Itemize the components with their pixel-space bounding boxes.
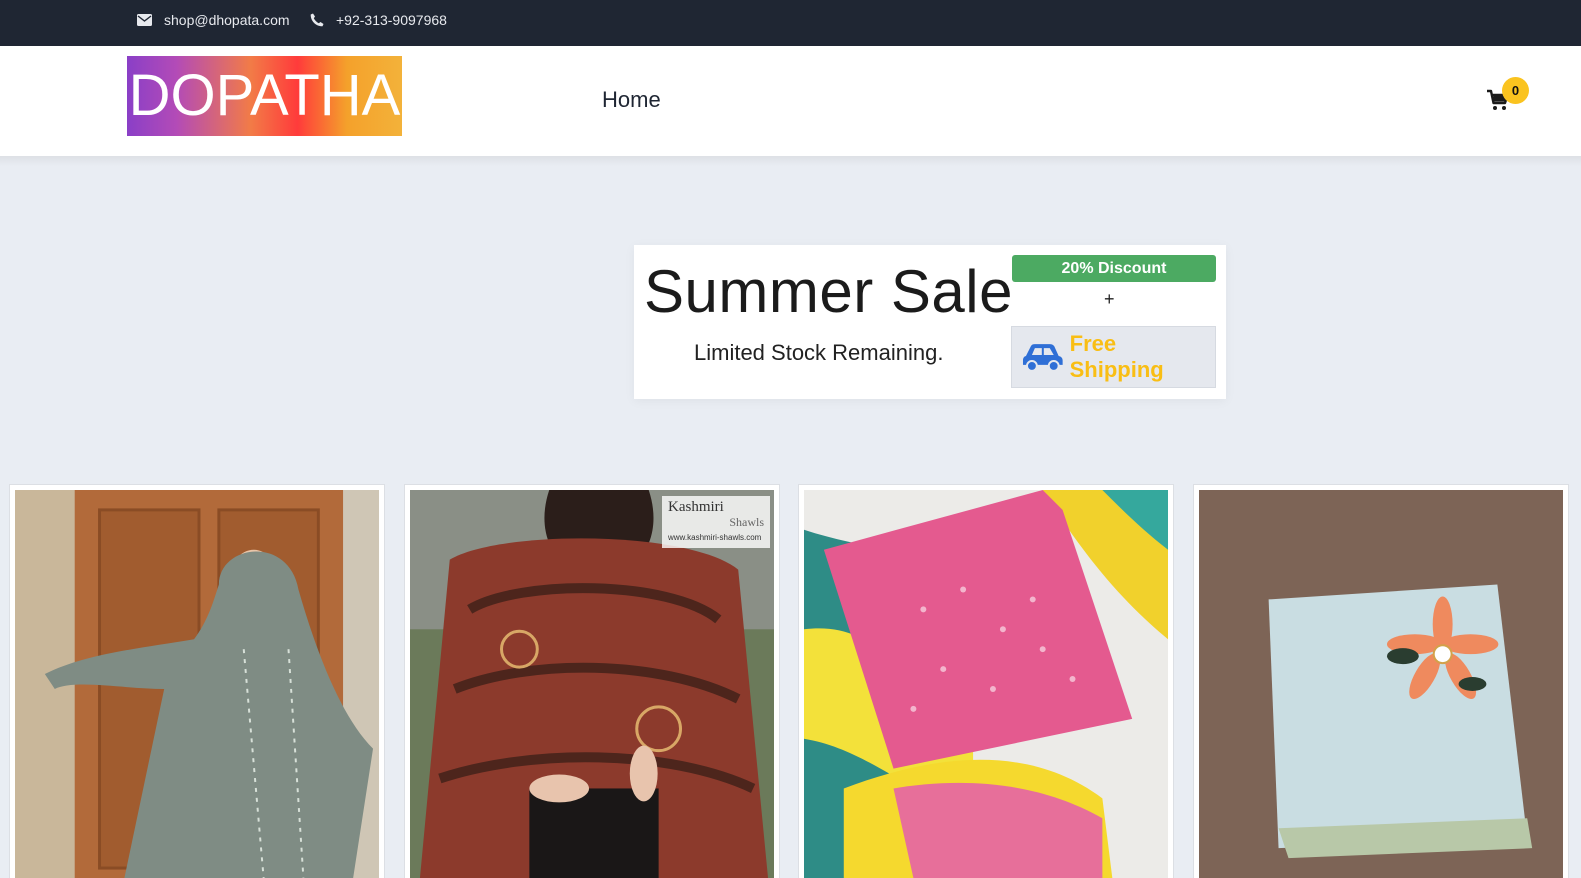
free-shipping-label: Free Shipping [1069, 331, 1164, 382]
phone-contact[interactable]: +92-313-9097968 [310, 12, 447, 28]
brand-watermark: Kashmiri Shawls www.kashmiri-shawls.com [662, 496, 770, 548]
header-divider [0, 156, 1581, 166]
summer-sale-banner: Summer Sale Limited Stock Remaining. 20%… [634, 245, 1226, 399]
product-card[interactable]: Kashmiri Shawls www.kashmiri-shawls.com [404, 484, 780, 878]
product-card[interactable] [1193, 484, 1569, 878]
envelope-icon [137, 14, 152, 26]
phone-text[interactable]: +92-313-9097968 [336, 12, 447, 28]
nav-home-link[interactable]: Home [602, 87, 661, 113]
watermark-subtitle: Shawls [729, 515, 764, 529]
email-text[interactable]: shop@dhopata.com [164, 12, 290, 28]
watermark-url: www.kashmiri-shawls.com [668, 533, 762, 542]
cart-count-badge[interactable]: 0 [1502, 77, 1529, 104]
email-contact[interactable]: shop@dhopata.com [137, 12, 290, 28]
discount-badge: 20% Discount [1012, 255, 1216, 282]
plus-sign: + [1104, 289, 1115, 309]
free-shipping-box: Free Shipping [1011, 326, 1216, 388]
product-card[interactable] [9, 484, 385, 878]
phone-icon [310, 13, 324, 27]
car-icon [1022, 344, 1063, 372]
top-bar: shop@dhopata.com +92-313-9097968 [0, 0, 1581, 46]
product-image[interactable]: Kashmiri Shawls www.kashmiri-shawls.com [410, 490, 774, 878]
product-image[interactable] [15, 490, 379, 878]
site-logo[interactable]: DOPATHA [127, 56, 402, 136]
promo-subtitle: Limited Stock Remaining. [694, 340, 944, 365]
product-image[interactable] [1199, 490, 1563, 878]
site-header: DOPATHA Home 0 [0, 46, 1581, 156]
product-image[interactable] [804, 490, 1168, 878]
promo-title: Summer Sale [644, 258, 1013, 325]
product-card[interactable] [798, 484, 1174, 878]
watermark-title: Kashmiri [668, 499, 724, 515]
